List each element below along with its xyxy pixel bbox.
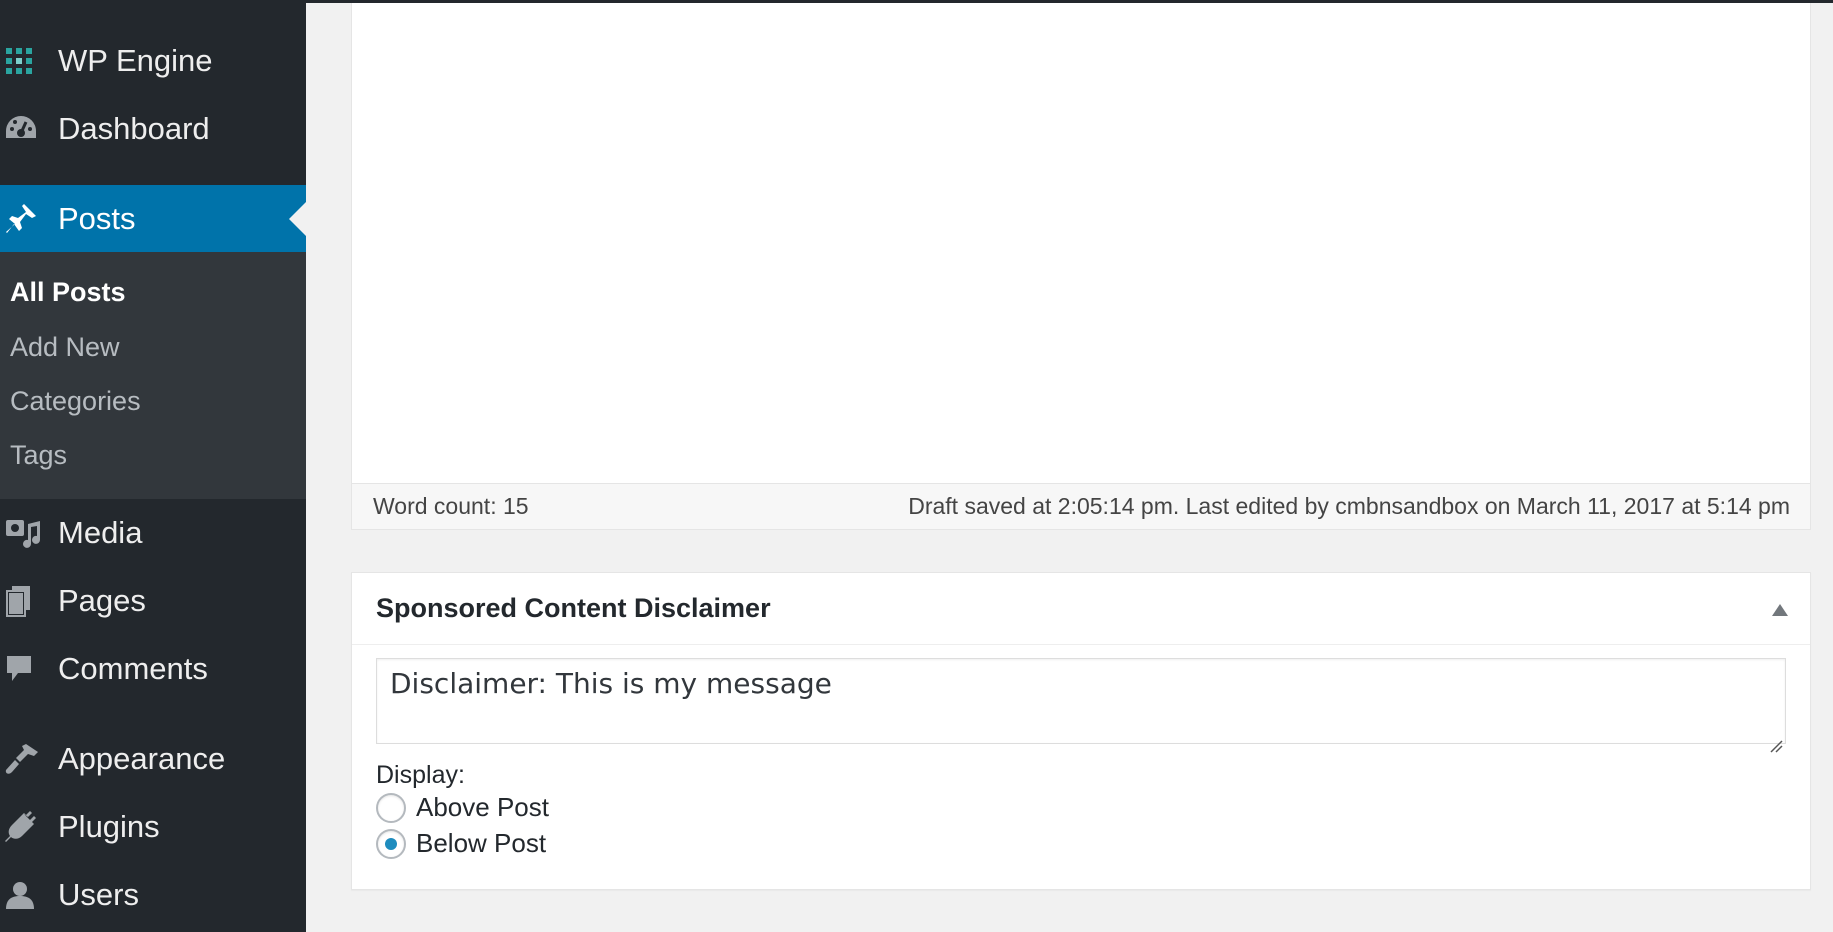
sidebar-item-appearance[interactable]: Appearance (0, 725, 306, 793)
draft-status: Draft saved at 2:05:14 pm. Last edited b… (908, 493, 1790, 519)
sidebar-item-label: Dashboard (58, 111, 210, 146)
radio-above-post[interactable]: Above Post (376, 792, 549, 823)
disclaimer-textarea[interactable]: Disclaimer: This is my message (376, 658, 1786, 753)
sidebar-item-label: Plugins (58, 809, 160, 844)
word-count: Word count: 15 (373, 493, 529, 519)
pages-icon (0, 567, 58, 635)
radio-label: Above Post (416, 792, 549, 822)
submenu-item-add-new[interactable]: Add New (10, 332, 120, 363)
sidebar-item-comments[interactable]: Comments (0, 635, 306, 703)
sidebar-item-label: Media (58, 515, 143, 550)
editor-status-bar: Word count: 15 Draft saved at 2:05:14 pm… (352, 483, 1810, 529)
user-icon (0, 861, 58, 929)
plug-icon (0, 793, 58, 861)
metabox-title: Sponsored Content Disclaimer (376, 593, 771, 623)
dashboard-gauge-icon (0, 95, 58, 163)
sidebar-item-pages[interactable]: Pages (0, 567, 306, 635)
submenu-item-tags[interactable]: Tags (10, 440, 67, 471)
pushpin-icon (0, 185, 58, 253)
wp-engine-icon (0, 27, 58, 95)
metabox-header[interactable]: Sponsored Content Disclaimer (352, 573, 1810, 645)
sidebar-item-wp-engine[interactable]: WP Engine (0, 27, 306, 95)
radio-button-checked[interactable] (376, 828, 406, 859)
disclaimer-text: Disclaimer: This is my message (390, 667, 832, 700)
sidebar-item-label: Comments (58, 651, 208, 686)
radio-dot-icon (385, 837, 397, 850)
sidebar-item-label: Appearance (58, 741, 226, 776)
display-label: Display: (376, 761, 465, 789)
submenu-item-all-posts[interactable]: All Posts (10, 277, 126, 308)
sidebar-item-label: Posts (58, 201, 136, 236)
collapse-arrow-icon[interactable] (1772, 604, 1788, 616)
sidebar-item-dashboard[interactable]: Dashboard (0, 95, 306, 163)
radio-below-post[interactable]: Below Post (376, 828, 546, 859)
sponsored-content-metabox: Sponsored Content Disclaimer Disclaimer:… (351, 572, 1811, 890)
paintbrush-icon (0, 725, 58, 793)
sidebar-item-label: Pages (58, 583, 146, 618)
resize-grip-icon[interactable] (1769, 727, 1783, 753)
sidebar-item-label: Users (58, 877, 139, 912)
sidebar-item-users[interactable]: Users (0, 861, 306, 929)
submenu-item-categories[interactable]: Categories (10, 386, 141, 417)
post-editor[interactable]: Word count: 15 Draft saved at 2:05:14 pm… (351, 3, 1811, 530)
admin-sidebar: WP Engine Dashboard Posts All Posts Add … (0, 0, 306, 932)
posts-submenu: All Posts Add New Categories Tags (0, 252, 306, 499)
sidebar-item-posts[interactable]: Posts (0, 185, 306, 253)
sidebar-item-label: WP Engine (58, 43, 213, 78)
radio-button[interactable] (376, 792, 406, 823)
media-icon (0, 499, 58, 567)
sidebar-item-media[interactable]: Media (0, 499, 306, 567)
comment-bubble-icon (0, 635, 58, 703)
radio-label: Below Post (416, 828, 547, 858)
sidebar-item-plugins[interactable]: Plugins (0, 793, 306, 861)
